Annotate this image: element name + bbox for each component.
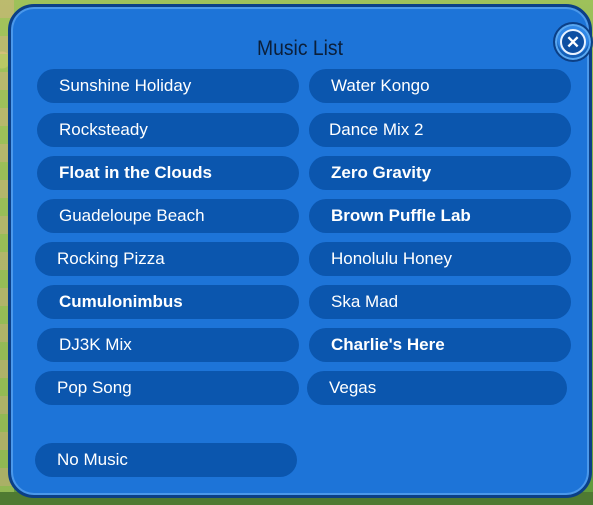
dialog-title: Music List [257, 37, 343, 60]
no-music-button[interactable]: No Music [35, 443, 297, 477]
song-button-dj3k-mix[interactable]: DJ3K Mix [37, 328, 299, 362]
song-button-sunshine-holiday[interactable]: Sunshine Holiday [37, 69, 299, 103]
song-button-rocksteady[interactable]: Rocksteady [37, 113, 299, 147]
song-button-dance-mix-2[interactable]: Dance Mix 2 [309, 113, 571, 147]
song-button-honolulu-honey[interactable]: Honolulu Honey [309, 242, 571, 276]
close-button[interactable]: ✕ [553, 22, 593, 62]
song-button-water-kongo[interactable]: Water Kongo [309, 69, 571, 103]
song-button-vegas[interactable]: Vegas [307, 371, 567, 405]
song-button-zero-gravity[interactable]: Zero Gravity [309, 156, 571, 190]
close-icon: ✕ [560, 29, 586, 55]
song-button-float-in-the-clouds[interactable]: Float in the Clouds [37, 156, 299, 190]
song-button-pop-song[interactable]: Pop Song [35, 371, 299, 405]
song-button-charlies-here[interactable]: Charlie's Here [309, 328, 571, 362]
song-button-ska-mad[interactable]: Ska Mad [309, 285, 571, 319]
song-button-rocking-pizza[interactable]: Rocking Pizza [35, 242, 299, 276]
song-button-brown-puffle-lab[interactable]: Brown Puffle Lab [309, 199, 571, 233]
song-button-guadeloupe-beach[interactable]: Guadeloupe Beach [37, 199, 299, 233]
music-list-dialog: Music List ✕ Sunshine Holiday Rocksteady… [8, 4, 593, 498]
song-button-cumulonimbus[interactable]: Cumulonimbus [37, 285, 299, 319]
